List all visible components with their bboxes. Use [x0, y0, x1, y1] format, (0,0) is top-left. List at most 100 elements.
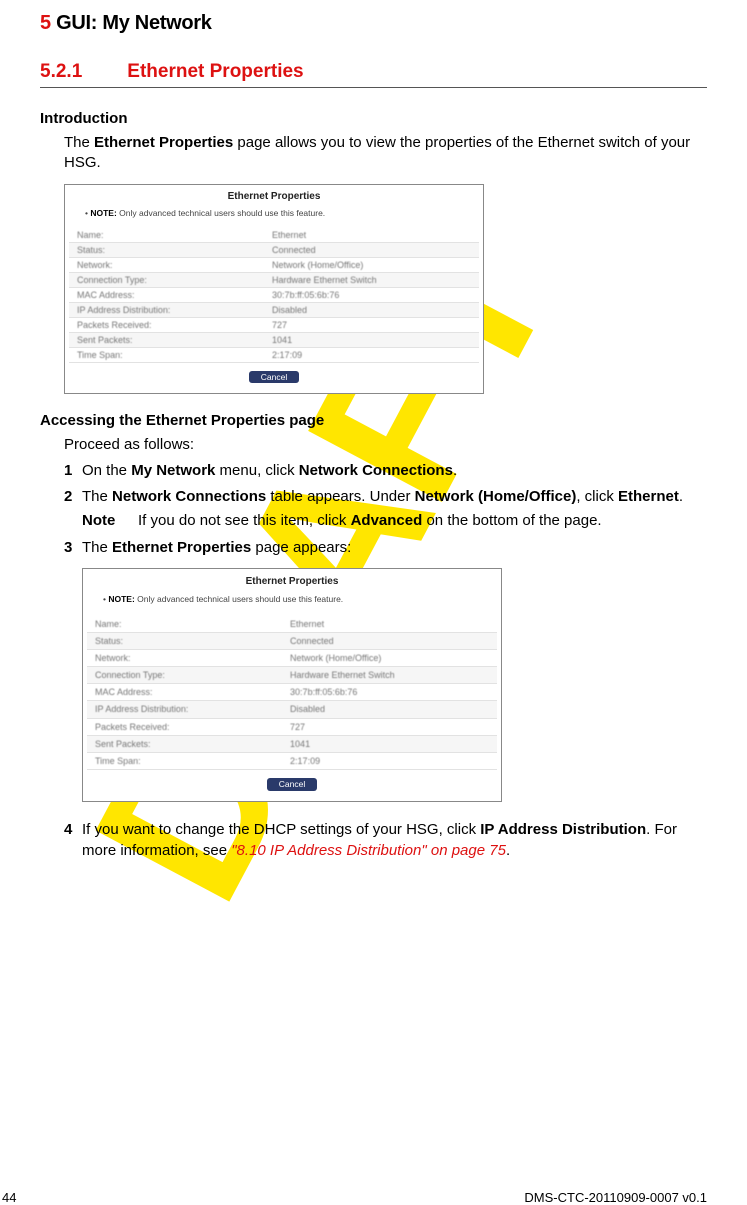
text-bold: Advanced — [351, 512, 423, 529]
table-cell-value: 727 — [264, 317, 479, 332]
table-cell-key: Connection Type: — [87, 667, 282, 684]
step-number: 3 — [64, 538, 72, 558]
text: Only advanced technical users should use… — [117, 208, 325, 218]
step-4: 4 If you want to change the DHCP setting… — [64, 820, 707, 861]
table-row: IP Address Distribution:Disabled — [69, 302, 479, 317]
screenshot-ethernet-properties-2: Ethernet Properties • NOTE: Only advance… — [82, 568, 502, 803]
table-row: Time Span:2:17:09 — [87, 752, 497, 769]
table-cell-key: MAC Address: — [69, 287, 264, 302]
table-cell-key: Network: — [69, 257, 264, 272]
chapter-number: 5 — [40, 12, 51, 34]
running-header: 5 GUI: My Network — [40, 12, 707, 35]
table-cell-key: Status: — [87, 632, 282, 649]
table-row: Name:Ethernet — [87, 616, 497, 633]
text: . — [506, 842, 510, 859]
table-row: Sent Packets:1041 — [69, 332, 479, 347]
access-lead: Proceed as follows: — [64, 435, 707, 455]
intro-heading: Introduction — [40, 110, 707, 127]
step-number: 4 — [64, 820, 72, 840]
table-cell-value: 30:7b:ff:05:6b:76 — [264, 287, 479, 302]
table-row: Connection Type:Hardware Ethernet Switch — [87, 667, 497, 684]
table-row: Network:Network (Home/Office) — [87, 650, 497, 667]
table-cell-value: 2:17:09 — [264, 347, 479, 362]
table-cell-value: Ethernet — [264, 228, 479, 243]
text: If you do not see this item, click — [138, 512, 351, 529]
note-text: If you do not see this item, click Advan… — [138, 511, 602, 531]
table-cell-value: Hardware Ethernet Switch — [282, 667, 497, 684]
table-row: IP Address Distribution:Disabled — [87, 701, 497, 718]
table-cell-key: IP Address Distribution: — [69, 302, 264, 317]
text: , click — [576, 488, 618, 505]
table-cell-value: Connected — [282, 632, 497, 649]
text-bold: Network Connections — [112, 488, 266, 505]
text: If you want to change the DHCP settings … — [82, 821, 480, 838]
text-bold: Ethernet — [618, 488, 679, 505]
table-cell-key: Name: — [87, 616, 282, 633]
text-bold: My Network — [131, 462, 215, 479]
table-cell-value: Connected — [264, 242, 479, 257]
text: . — [453, 462, 457, 479]
screenshot-note: • NOTE: Only advanced technical users sh… — [103, 594, 497, 605]
cancel-button-image: Cancel — [249, 371, 299, 383]
table-row: Name:Ethernet — [69, 228, 479, 243]
page-number: 44 — [2, 1190, 16, 1205]
screenshot-title: Ethernet Properties — [69, 191, 479, 202]
text-bold: NOTE: — [108, 594, 134, 604]
text: table appears. Under — [266, 488, 414, 505]
text: . — [679, 488, 683, 505]
table-cell-key: Time Span: — [87, 752, 282, 769]
table-cell-value: 30:7b:ff:05:6b:76 — [282, 684, 497, 701]
text: page appears: — [251, 539, 351, 556]
text: menu, click — [215, 462, 298, 479]
section-heading: 5.2.1 Ethernet Properties — [40, 61, 707, 88]
table-row: Network:Network (Home/Office) — [69, 257, 479, 272]
text-bold: NOTE: — [90, 208, 116, 218]
table-cell-key: Packets Received: — [69, 317, 264, 332]
cancel-button-image: Cancel — [267, 778, 317, 791]
table-cell-key: Sent Packets: — [69, 332, 264, 347]
step-number: 1 — [64, 461, 72, 481]
table-cell-value: Disabled — [282, 701, 497, 718]
table-cell-value: 2:17:09 — [282, 752, 497, 769]
table-cell-value: Disabled — [264, 302, 479, 317]
text-bold: Network Connections — [299, 462, 453, 479]
intro-paragraph: The Ethernet Properties page allows you … — [64, 133, 707, 174]
table-cell-key: Sent Packets: — [87, 735, 282, 752]
step-1: 1 On the My Network menu, click Network … — [64, 461, 707, 481]
table-cell-key: Network: — [87, 650, 282, 667]
table-row: Sent Packets:1041 — [87, 735, 497, 752]
step-number: 2 — [64, 487, 72, 507]
step-3: 3 The Ethernet Properties page appears: … — [64, 538, 707, 803]
screenshot-note: • NOTE: Only advanced technical users sh… — [85, 208, 479, 218]
text: Proceed as follows: — [64, 435, 707, 455]
text-bold: Ethernet Properties — [94, 134, 233, 151]
note-label: Note — [82, 511, 138, 531]
screenshot-title: Ethernet Properties — [87, 575, 497, 589]
steps-list: 1 On the My Network menu, click Network … — [64, 461, 707, 861]
screenshot-table: Name:EthernetStatus:ConnectedNetwork:Net… — [69, 228, 479, 363]
table-cell-value: 727 — [282, 718, 497, 735]
table-row: MAC Address:30:7b:ff:05:6b:76 — [69, 287, 479, 302]
table-cell-key: Name: — [69, 228, 264, 243]
table-cell-value: Network (Home/Office) — [264, 257, 479, 272]
text: Only advanced technical users should use… — [135, 594, 343, 604]
table-cell-value: 1041 — [264, 332, 479, 347]
table-row: Time Span:2:17:09 — [69, 347, 479, 362]
cross-reference-link[interactable]: "8.10 IP Address Distribution" on page 7… — [231, 842, 506, 859]
table-cell-key: Packets Received: — [87, 718, 282, 735]
table-row: MAC Address:30:7b:ff:05:6b:76 — [87, 684, 497, 701]
table-row: Packets Received:727 — [87, 718, 497, 735]
table-row: Status:Connected — [69, 242, 479, 257]
text: The — [64, 134, 94, 151]
table-row: Connection Type:Hardware Ethernet Switch — [69, 272, 479, 287]
text: On the — [82, 462, 131, 479]
screenshot-table: Name:EthernetStatus:ConnectedNetwork:Net… — [87, 616, 497, 770]
table-row: Packets Received:727 — [69, 317, 479, 332]
text: The — [82, 539, 112, 556]
section-number: 5.2.1 — [40, 61, 122, 83]
text-bold: Ethernet Properties — [112, 539, 251, 556]
table-cell-key: MAC Address: — [87, 684, 282, 701]
table-cell-value: 1041 — [282, 735, 497, 752]
text: The — [82, 488, 112, 505]
table-cell-key: Status: — [69, 242, 264, 257]
